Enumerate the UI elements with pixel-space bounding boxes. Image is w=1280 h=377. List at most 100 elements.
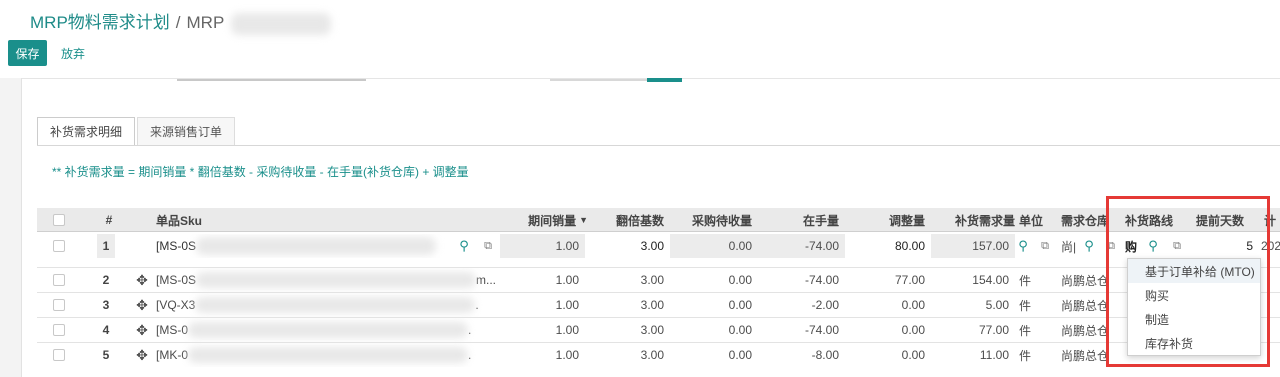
save-button[interactable]: 保存 — [8, 40, 47, 66]
cell-purchase-pending: 0.00 — [728, 273, 752, 287]
row-number: 3 — [102, 298, 110, 312]
redacted-sku — [188, 322, 469, 338]
redacted-sku — [195, 297, 476, 313]
control-panel: MRP物料需求计划 / MRP 保存 放弃 — [0, 0, 1280, 78]
redacted-sku — [196, 237, 437, 255]
row-checkbox-cell[interactable] — [37, 234, 81, 258]
select-all-checkbox-cell[interactable] — [37, 208, 81, 232]
tab-source-sale-orders[interactable]: 来源销售订单 — [137, 117, 236, 145]
cell-period-sales: 1.00 — [555, 298, 579, 312]
field-underline-active — [647, 78, 682, 82]
cell-sku: [VQ-X3 . — [152, 293, 497, 317]
formula-note: ** 补货需求量 = 期间销量 * 翻倍基数 - 采购待收量 - 在手量(补货仓… — [52, 165, 469, 179]
sku-input[interactable]: [MS-0S — [152, 234, 492, 258]
cell-multiplier: 3.00 — [640, 298, 664, 312]
cell-sku: [MS-0S m... — [152, 268, 497, 292]
cell-purchase-pending: 0.00 — [728, 348, 752, 362]
cell-required: 157.00 — [931, 234, 1015, 258]
cell-purchase-pending: 0.00 — [728, 323, 752, 337]
cell-multiplier: 3.00 — [640, 323, 664, 337]
cell-period-sales: 1.00 — [555, 273, 579, 287]
breadcrumb-parent-link[interactable]: MRP物料需求计划 — [30, 13, 170, 32]
row-checkbox[interactable] — [53, 349, 65, 361]
cell-adjust: 0.00 — [901, 323, 925, 337]
field-underline — [550, 79, 647, 81]
row-checkbox[interactable] — [53, 274, 65, 286]
row-number: 2 — [102, 273, 110, 287]
cell-required: 11.00 — [979, 348, 1009, 362]
drag-handle-icon[interactable]: ✥ — [133, 343, 151, 367]
col-header-multiplier[interactable]: 翻倍基数 — [585, 208, 670, 232]
breadcrumb-current: MRP — [186, 13, 224, 32]
row-checkbox-cell[interactable] — [37, 293, 81, 317]
cell-on-hand: -8.00 — [811, 348, 839, 362]
cell-on-hand: -2.00 — [811, 298, 839, 312]
redacted-sku — [196, 272, 477, 288]
cell-required: 154.00 — [972, 273, 1009, 287]
sku-value: [MS-0 — [156, 323, 189, 337]
sku-value: [MS-0S — [156, 239, 197, 253]
cell-adjust: 0.00 — [901, 298, 925, 312]
cell-required: 5.00 — [985, 298, 1009, 312]
col-header-on-hand[interactable]: 在手量 — [758, 208, 845, 232]
sku-value: [MS-0S — [156, 273, 197, 287]
search-icon[interactable]: ⚲ — [1081, 234, 1097, 258]
sku-tail: . — [475, 298, 479, 312]
drag-handle-icon[interactable]: ✥ — [133, 293, 151, 317]
cell-purchase-pending: 0.00 — [670, 234, 758, 258]
cell-purchase-pending: 0.00 — [728, 298, 752, 312]
col-header-required[interactable]: 补货需求量 — [931, 208, 1021, 232]
row-checkbox[interactable] — [53, 299, 65, 311]
col-header-adjust[interactable]: 调整量 — [845, 208, 931, 232]
col-header-unit[interactable]: 单位 — [1015, 208, 1055, 232]
left-gutter — [0, 78, 22, 377]
drag-handle-icon[interactable]: ✥ — [133, 318, 151, 342]
drag-handle-icon[interactable]: ✥ — [133, 268, 151, 292]
row-checkbox-cell[interactable] — [37, 318, 81, 342]
row-checkbox[interactable] — [53, 324, 65, 336]
col-header-purchase-pending[interactable]: 采购待收量 — [670, 208, 758, 232]
row-number: 4 — [102, 323, 110, 337]
cell-adjust: 0.00 — [901, 348, 925, 362]
row-checkbox[interactable] — [53, 240, 65, 252]
cell-unit: 件 — [1019, 298, 1032, 313]
warehouse-input[interactable]: 尚| — [1057, 234, 1083, 258]
annotation-highlight-box — [1106, 196, 1270, 367]
col-header-period-sales-label: 期间销量 — [528, 213, 577, 228]
tab-replenish-details[interactable]: 补货需求明细 — [37, 117, 136, 145]
select-all-checkbox[interactable] — [53, 214, 65, 226]
redacted-sku — [188, 347, 469, 363]
tab-divider — [37, 145, 1280, 146]
sku-tail: . — [468, 323, 472, 337]
row-checkbox-cell[interactable] — [37, 343, 81, 367]
cell-multiplier: 3.00 — [640, 273, 664, 287]
cell-required: 77.00 — [978, 323, 1009, 337]
row-number: 1 — [97, 234, 115, 258]
discard-button[interactable]: 放弃 — [61, 45, 85, 62]
cell-on-hand: -74.00 — [804, 273, 839, 287]
sku-tail: m... — [476, 273, 497, 287]
breadcrumb-separator: / — [175, 13, 181, 32]
search-icon[interactable]: ⚲ — [1015, 234, 1031, 258]
cell-sku: [MS-0 . — [152, 318, 497, 342]
cell-period-sales: 1.00 — [555, 348, 579, 362]
sku-value: [VQ-X3 — [156, 298, 196, 312]
multiplier-input[interactable]: 3.00 — [585, 234, 670, 258]
col-header-sku[interactable]: 单品Sku — [152, 208, 492, 232]
search-icon[interactable]: ⚲ — [455, 234, 473, 258]
cell-unit: 件 — [1019, 273, 1032, 288]
cell-unit: 件 — [1019, 323, 1032, 338]
col-header-period-sales[interactable]: 期间销量 ▼ — [500, 208, 590, 232]
cell-period-sales: 1.00 — [555, 323, 579, 337]
col-header-no: # — [105, 213, 113, 227]
row-number: 5 — [102, 348, 110, 362]
cell-on-hand: -74.00 — [804, 323, 839, 337]
external-link-icon[interactable]: ⧉ — [479, 234, 497, 258]
cell-period-sales: 1.00 — [500, 234, 585, 258]
field-underline — [177, 79, 366, 81]
row-checkbox-cell[interactable] — [37, 268, 81, 292]
notebook-tabs: 补货需求明细 来源销售订单 — [37, 117, 237, 145]
sku-tail: . — [468, 348, 472, 362]
adjust-input[interactable]: 80.00 — [845, 234, 931, 258]
external-link-icon[interactable]: ⧉ — [1037, 234, 1053, 258]
